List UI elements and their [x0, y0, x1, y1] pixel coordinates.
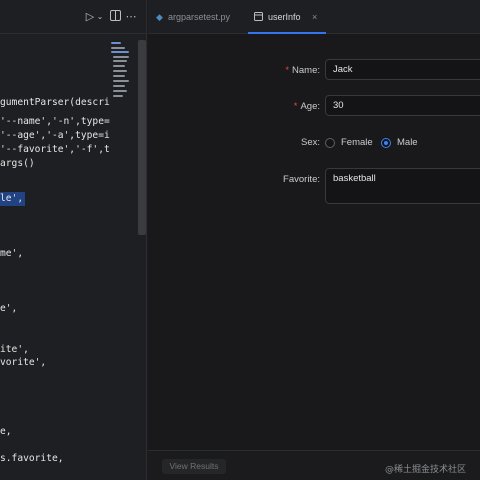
- run-icon[interactable]: ▷: [84, 10, 96, 24]
- required-mark: *: [285, 65, 290, 76]
- name-input[interactable]: Jack: [325, 59, 480, 80]
- sex-label: Sex:: [300, 137, 320, 148]
- code-editor[interactable]: ▷ ⌄ ⋯ gumentParser(descrip '--name','-n'…: [0, 0, 147, 480]
- favorite-textarea[interactable]: basketball: [325, 168, 480, 204]
- code-line: '--favorite','-f',ty: [0, 144, 110, 155]
- code-line: gumentParser(descrip: [0, 97, 110, 108]
- code-line: me',: [0, 248, 24, 259]
- watermark-text: @稀土掘金技术社区: [385, 465, 467, 475]
- editor-toolbar: ▷ ⌄ ⋯: [0, 0, 146, 34]
- code-line: ite',: [0, 344, 29, 355]
- code-line: s.favorite,: [0, 453, 64, 464]
- close-icon[interactable]: ×: [312, 0, 317, 34]
- female-radio-label[interactable]: Female: [341, 137, 373, 148]
- age-label: * Age:: [293, 101, 320, 112]
- user-info-form: * Name: Jack * Age: 30 Sex: Female Male Fa…: [148, 34, 480, 444]
- name-label: * Name:: [285, 65, 320, 76]
- selected-code-line: le',: [0, 192, 26, 206]
- male-radio[interactable]: [381, 138, 391, 148]
- code-line: '--age','-a',type=in: [0, 130, 110, 141]
- code-line: '--name','-n',type=s: [0, 116, 110, 127]
- female-radio[interactable]: [325, 138, 335, 148]
- code-line: e,: [0, 426, 12, 437]
- split-editor-icon[interactable]: [109, 10, 121, 24]
- tab-label: argparsetest.py: [168, 12, 231, 22]
- code-area[interactable]: gumentParser(descrip '--name','-n',type=…: [0, 34, 110, 480]
- more-icon[interactable]: ⋯: [124, 10, 138, 24]
- app-window: ▷ ⌄ ⋯ gumentParser(descrip '--name','-n'…: [0, 0, 480, 480]
- male-radio-label[interactable]: Male: [397, 137, 418, 148]
- favorite-label: Favorite:: [283, 174, 320, 185]
- python-file-icon: ◆: [156, 12, 163, 22]
- required-mark: *: [293, 101, 298, 112]
- tab-argparsetest[interactable]: ◆ argparsetest.py: [156, 0, 246, 34]
- view-results-button[interactable]: View Results: [162, 459, 226, 474]
- minimap[interactable]: [111, 42, 137, 98]
- code-line: args(): [0, 158, 35, 169]
- code-line: e',: [0, 303, 18, 314]
- age-input[interactable]: 30: [325, 95, 480, 116]
- code-line: vorite',: [0, 357, 47, 368]
- tab-label: userInfo: [268, 12, 301, 22]
- preview-panel: ◆ argparsetest.py userInfo × * Name: Jack…: [148, 0, 480, 480]
- chevron-down-icon[interactable]: ⌄: [96, 10, 104, 24]
- footer-bar: View Results @稀土掘金技术社区: [148, 450, 480, 480]
- tab-userinfo[interactable]: userInfo ×: [254, 0, 326, 34]
- scrollbar-thumb[interactable]: [138, 40, 146, 235]
- window-icon: [254, 12, 263, 23]
- tab-bar: ◆ argparsetest.py userInfo ×: [148, 0, 480, 34]
